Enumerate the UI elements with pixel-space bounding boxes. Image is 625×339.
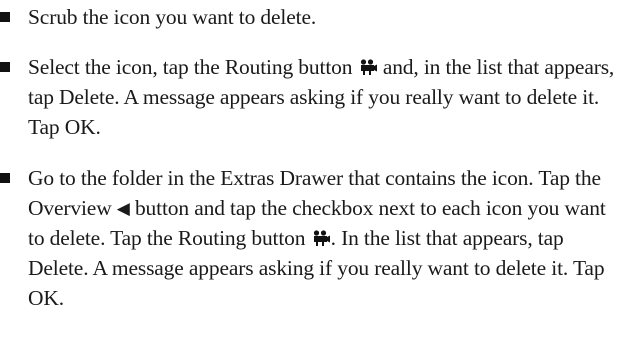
bullet-marker	[0, 12, 10, 22]
bullet-item-routing-delete: Select the icon, tap the Routing button …	[0, 52, 618, 142]
bullet-item-extras-drawer: Go to the folder in the Extras Drawer th…	[0, 163, 618, 313]
bullet-item-scrub: Scrub the icon you want to delete.	[0, 2, 618, 32]
instruction-list-page: Scrub the icon you want to delete. Selec…	[0, 0, 625, 339]
bullet-text: Scrub the icon you want to delete.	[28, 5, 317, 29]
overview-icon: ◀	[116, 199, 130, 219]
bullet-marker	[0, 62, 10, 72]
bullet-text-before-icon: Select the icon, tap the Routing button	[28, 55, 358, 79]
routing-icon	[312, 229, 330, 247]
routing-icon	[359, 58, 377, 76]
bullet-marker	[0, 173, 10, 183]
